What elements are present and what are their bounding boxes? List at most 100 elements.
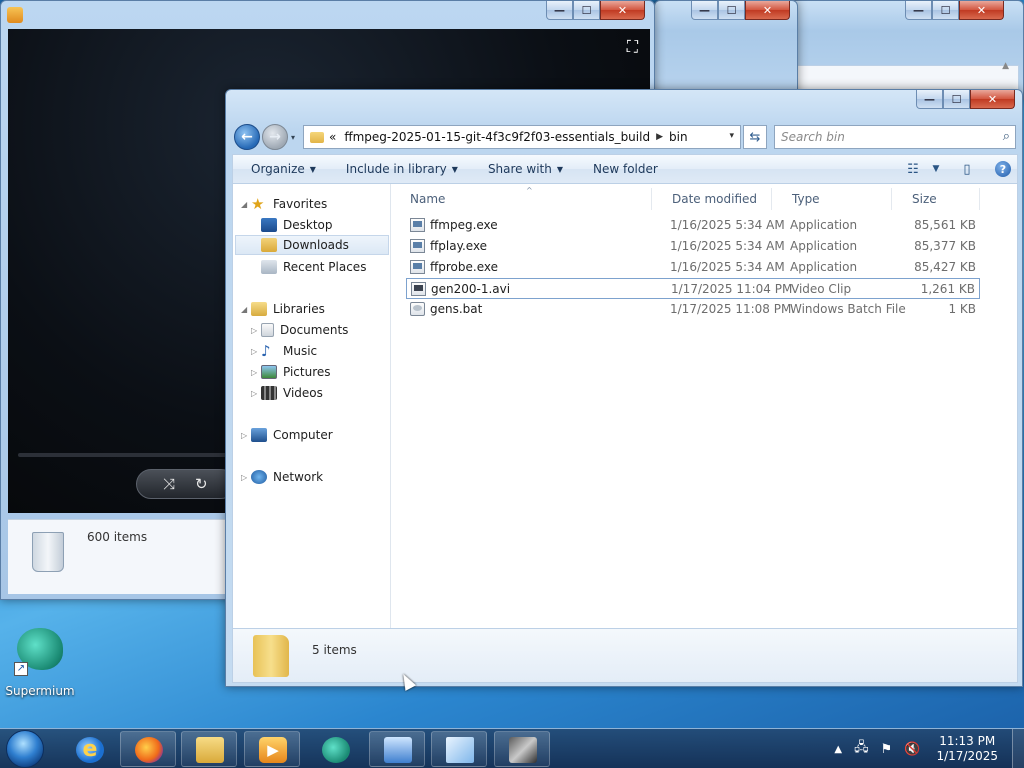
chevron-down-icon: ▼	[556, 164, 563, 174]
file-list[interactable]: Name ^ Date modified Type Size ffmpeg.ex…	[392, 184, 1017, 628]
file-name: ffmpeg.exe	[430, 218, 498, 232]
fullscreen-toggle-icon[interactable]: ⛶	[627, 37, 638, 57]
action-center-flag-icon[interactable]: ⚑	[881, 742, 893, 757]
expand-triangle-icon[interactable]: ▷	[241, 431, 251, 440]
expand-triangle-icon[interactable]: ▷	[251, 389, 261, 398]
taskbar-control-panel[interactable]	[369, 731, 425, 767]
shuffle-icon[interactable]: ⤨	[163, 475, 175, 493]
address-dropdown-icon[interactable]: ▾	[729, 131, 734, 141]
close-button[interactable]: ✕	[970, 90, 1015, 109]
taskbar-app[interactable]	[494, 731, 550, 767]
expand-triangle-icon[interactable]: ▷	[251, 368, 261, 377]
taskbar-supermium[interactable]	[307, 731, 363, 767]
file-date: 1/17/2025 11:08 PM	[670, 302, 792, 316]
taskbar-media-player[interactable]: ▶	[244, 731, 300, 767]
new-folder-button[interactable]: New folder	[593, 162, 658, 176]
expand-triangle-icon[interactable]: ◢	[241, 305, 251, 314]
include-in-library-button[interactable]: Include in library ▼	[346, 162, 458, 176]
desktop-icon	[261, 218, 277, 232]
volume-muted-icon[interactable]: 🔇	[904, 742, 920, 757]
breadcrumb-bin[interactable]: bin	[669, 130, 688, 144]
maximize-button[interactable]: ☐	[932, 1, 959, 20]
navigation-pane[interactable]: ◢ ★ Favorites Desktop Downloads Recent P…	[233, 184, 391, 628]
file-size: 1,261 KB	[920, 282, 975, 296]
view-options-icon[interactable]: ☷	[899, 162, 927, 177]
network-globe-icon	[251, 470, 267, 484]
minimize-button[interactable]: —	[546, 1, 573, 20]
back-button[interactable]: ←	[234, 124, 260, 150]
breadcrumb-ffmpeg-folder[interactable]: ffmpeg-2025-01-15-git-4f3c9f2f03-essenti…	[344, 130, 650, 144]
file-row-selected[interactable]: gen200-1.avi 1/17/2025 11:04 PM Video Cl…	[406, 278, 980, 299]
nav-pictures[interactable]: ▷ Pictures	[251, 362, 331, 382]
maximize-button[interactable]: ☐	[718, 1, 745, 20]
column-header-name[interactable]: Name ^	[392, 186, 652, 210]
forward-button[interactable]: →	[262, 124, 288, 150]
expand-triangle-icon[interactable]: ▷	[251, 326, 261, 335]
explorer-caption-buttons: — ☐ ✕	[916, 90, 1015, 109]
expand-triangle-icon[interactable]: ◢	[241, 200, 251, 209]
show-desktop-button[interactable]	[1012, 729, 1024, 768]
nav-desktop[interactable]: Desktop	[261, 215, 333, 235]
taskbar-firefox[interactable]	[120, 731, 176, 767]
minimize-button[interactable]: —	[691, 1, 718, 20]
search-placeholder: Search bin	[781, 130, 845, 144]
share-with-button[interactable]: Share with ▼	[488, 162, 563, 176]
nav-documents-label: Documents	[280, 323, 349, 337]
minimize-button[interactable]: —	[905, 1, 932, 20]
new-folder-label: New folder	[593, 162, 658, 176]
nav-network[interactable]: ▷ Network	[241, 467, 323, 487]
app-cube-icon	[509, 737, 537, 763]
pictures-icon	[261, 365, 277, 379]
start-button[interactable]	[6, 730, 44, 768]
file-row[interactable]: gens.bat 1/17/2025 11:08 PM Windows Batc…	[406, 299, 980, 320]
close-button[interactable]: ✕	[600, 1, 645, 20]
organize-button[interactable]: Organize ▼	[251, 162, 316, 176]
close-button[interactable]: ✕	[745, 1, 790, 20]
show-hidden-icons-button[interactable]: ▲	[834, 744, 842, 755]
navigation-bar: ← → ▾ « ffmpeg-2025-01-15-git-4f3c9f2f03…	[226, 123, 1022, 153]
explorer-body: ◢ ★ Favorites Desktop Downloads Recent P…	[232, 184, 1018, 628]
nav-videos[interactable]: ▷ Videos	[251, 383, 323, 403]
preview-pane-icon[interactable]: ▯	[945, 162, 989, 177]
network-icon[interactable]: 🖧	[854, 738, 869, 760]
refresh-button[interactable]: ⇆	[743, 125, 767, 149]
explorer-window: — ☐ ✕ ← → ▾ « ffmpeg-2025-01-15-git-4f3c…	[225, 89, 1023, 687]
breadcrumb-separator-icon[interactable]: ▶	[656, 132, 663, 142]
file-row[interactable]: ffprobe.exe 1/16/2025 5:34 AM Applicatio…	[406, 257, 980, 278]
nav-music[interactable]: ▷ ♪ Music	[251, 341, 317, 361]
help-button[interactable]: ?	[989, 161, 1017, 177]
nav-favorites[interactable]: ◢ ★ Favorites	[241, 194, 327, 214]
taskbar-windows-explorer[interactable]	[181, 731, 237, 767]
nav-downloads[interactable]: Downloads	[235, 235, 389, 255]
clock[interactable]: 11:13 PM 1/17/2025	[936, 734, 998, 764]
nav-libraries[interactable]: ◢ Libraries	[241, 299, 325, 319]
view-dropdown-icon[interactable]: ▼	[927, 164, 945, 174]
address-bar[interactable]: « ffmpeg-2025-01-15-git-4f3c9f2f03-essen…	[303, 125, 741, 149]
view-controls: ☷ ▼ ▯ ?	[899, 155, 1017, 183]
maximize-button[interactable]: ☐	[573, 1, 600, 20]
column-header-size[interactable]: Size	[892, 188, 980, 210]
close-button[interactable]: ✕	[959, 1, 1004, 20]
recycle-bin-icon	[30, 530, 66, 574]
taskbar-internet-explorer[interactable]: e	[61, 731, 117, 767]
nav-documents[interactable]: ▷ Documents	[251, 320, 348, 340]
search-input[interactable]: Search bin ⌕	[774, 125, 1016, 149]
taskbar-notepad[interactable]	[431, 731, 487, 767]
column-header-date[interactable]: Date modified	[652, 188, 772, 210]
expand-triangle-icon[interactable]: ▷	[241, 473, 251, 482]
repeat-icon[interactable]: ↻	[195, 475, 208, 493]
expand-triangle-icon[interactable]: ▷	[251, 347, 261, 356]
file-row[interactable]: ffplay.exe 1/16/2025 5:34 AM Application…	[406, 236, 980, 257]
column-header-type[interactable]: Type	[772, 188, 892, 210]
maximize-button[interactable]: ☐	[943, 90, 970, 109]
minimize-button[interactable]: —	[916, 90, 943, 109]
breadcrumb-overflow[interactable]: «	[329, 130, 336, 144]
libraries-icon	[251, 302, 267, 316]
recent-pages-dropdown-icon[interactable]: ▾	[291, 133, 295, 142]
scroll-up-icon[interactable]: ▲	[1002, 61, 1009, 71]
file-name: ffprobe.exe	[430, 260, 498, 274]
internet-explorer-icon: e	[76, 737, 104, 763]
file-row[interactable]: ffmpeg.exe 1/16/2025 5:34 AM Application…	[406, 215, 980, 236]
nav-computer[interactable]: ▷ Computer	[241, 425, 333, 445]
nav-recent-places[interactable]: Recent Places	[261, 257, 366, 277]
